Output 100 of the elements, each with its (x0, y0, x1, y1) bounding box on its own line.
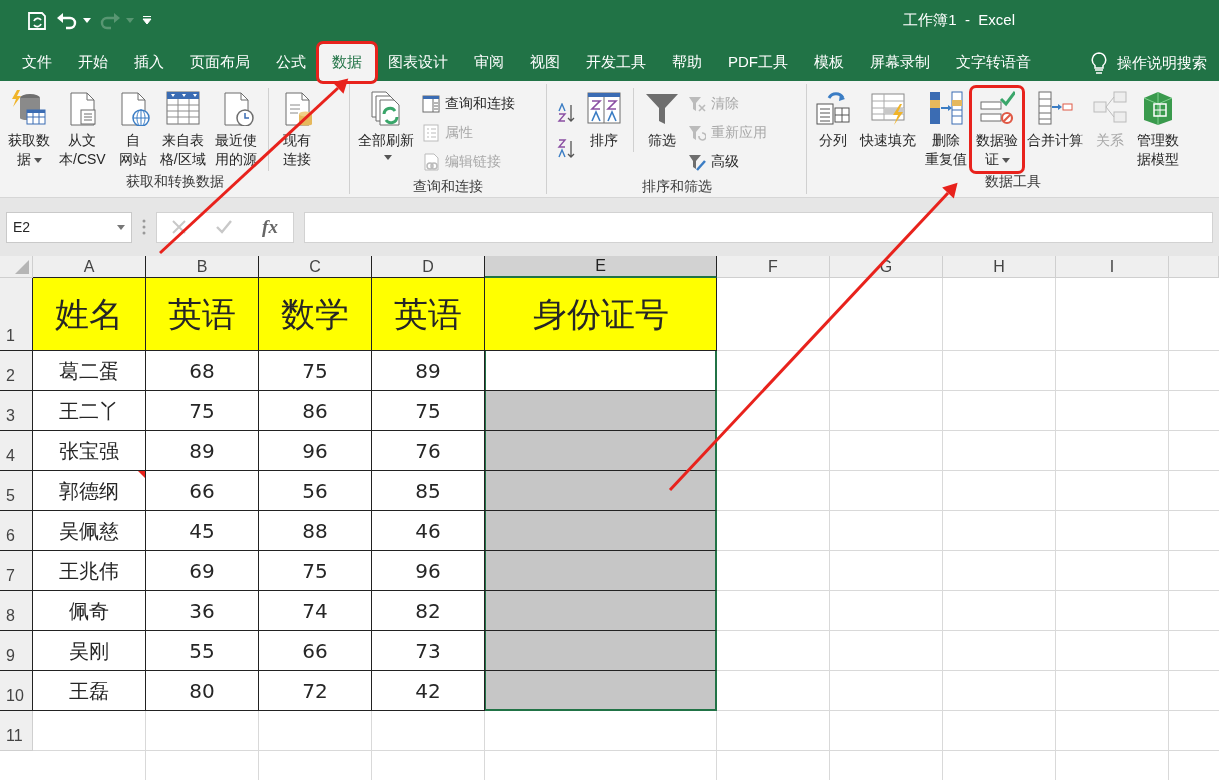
table-cell[interactable] (485, 511, 717, 551)
table-cell: 王兆伟 (33, 551, 146, 591)
column-header[interactable]: I (1056, 256, 1169, 278)
ribbon-tab[interactable]: 插入 (121, 44, 177, 81)
table-cell: 86 (259, 391, 372, 431)
table-cell[interactable] (485, 551, 717, 591)
ribbon-button[interactable]: 高级 (685, 147, 770, 176)
lightbulb-icon (1091, 52, 1107, 75)
table-cell: 80 (146, 671, 259, 711)
caret-icon (1001, 157, 1010, 163)
group-label: 数据工具 (984, 172, 1042, 191)
column-header[interactable]: C (259, 256, 372, 278)
column-header[interactable]: A (33, 256, 146, 278)
database-icon (11, 90, 47, 126)
name-box[interactable]: E2 (6, 211, 132, 243)
table-cell[interactable] (485, 471, 717, 511)
column-heading: 英语 (146, 278, 259, 351)
table-cell: 75 (259, 351, 372, 391)
ribbon-button[interactable]: 排序 (582, 88, 626, 152)
ribbon-button[interactable]: 查询和连接 (419, 89, 518, 118)
column-heading: 身份证号 (485, 278, 717, 351)
ribbon-tab[interactable]: 数据 (319, 44, 375, 81)
ribbon-button[interactable]: 快速填充 (856, 88, 920, 152)
row-header[interactable]: 3 (0, 391, 33, 431)
ribbon-button[interactable]: 全部刷新 (354, 88, 418, 164)
ribbon-tab[interactable]: 图表设计 (375, 44, 461, 81)
table-cell[interactable] (485, 631, 717, 671)
ribbon-button[interactable]: 合并计算 (1023, 88, 1087, 152)
table-cell: 72 (259, 671, 372, 711)
row-header[interactable]: 6 (0, 511, 33, 551)
ribbon-tab[interactable]: 屏幕录制 (857, 44, 943, 81)
row-header[interactable]: 5 (0, 471, 33, 511)
ribbon-button[interactable]: 管理数 据模型 (1133, 88, 1183, 171)
column-header[interactable]: H (943, 256, 1056, 278)
ribbon-button[interactable]: 数据验 证 (972, 88, 1022, 171)
ribbon-button[interactable]: 删除 重复值 (921, 88, 971, 171)
relationships-icon (1092, 90, 1128, 126)
tell-me-search[interactable]: 操作说明搜索 (1117, 52, 1207, 75)
table-cell: 88 (259, 511, 372, 551)
ribbon-button[interactable]: 最近使 用的源 (210, 88, 261, 171)
group-label: 排序和筛选 (640, 177, 713, 196)
table-cell: 36 (146, 591, 259, 631)
remove-duplicates-icon (928, 90, 964, 126)
ribbon-tab[interactable]: 审阅 (461, 44, 517, 81)
insert-function-button[interactable]: fx (262, 212, 278, 242)
table-cell: 68 (146, 351, 259, 391)
table-cell[interactable] (485, 671, 717, 711)
table-cell[interactable] (485, 591, 717, 631)
column-header[interactable]: D (372, 256, 485, 278)
ribbon-tab[interactable]: 开始 (65, 44, 121, 81)
ribbon-button[interactable]: 自 网站 (110, 88, 155, 171)
clear-filter-icon (688, 94, 706, 113)
column-header[interactable]: F (717, 256, 830, 278)
advanced-filter-icon (688, 152, 706, 171)
consolidate-icon (1037, 90, 1073, 126)
ribbon-tab[interactable]: 文件 (9, 44, 65, 81)
ribbon-tab[interactable]: 文字转语音 (943, 44, 1044, 81)
ribbon-tab[interactable]: 帮助 (659, 44, 715, 81)
row-header[interactable]: 11 (0, 711, 33, 751)
ribbon-tab[interactable]: 开发工具 (573, 44, 659, 81)
row-header[interactable]: 10 (0, 671, 33, 711)
formula-input[interactable] (304, 211, 1213, 243)
ribbon-tab[interactable]: 页面布局 (177, 44, 263, 81)
table-cell: 75 (259, 551, 372, 591)
table-cell: 96 (259, 431, 372, 471)
row-header[interactable]: 7 (0, 551, 33, 591)
group-label: 查询和连接 (412, 177, 484, 196)
row-header[interactable]: 9 (0, 631, 33, 671)
row-header[interactable]: 8 (0, 591, 33, 631)
query-pane-icon (422, 94, 440, 113)
group-label: 获取和转换数据 (124, 172, 225, 191)
table-cell[interactable] (485, 391, 717, 431)
table-cell: 吴佩慈 (33, 511, 146, 551)
row-header[interactable]: 4 (0, 431, 33, 471)
table-cell: 69 (146, 551, 259, 591)
row-header[interactable]: 2 (0, 351, 33, 391)
table-cell: 74 (259, 591, 372, 631)
ribbon-button[interactable]: 来自表 格/区域 (155, 88, 210, 171)
reapply-filter-icon (688, 123, 706, 142)
ribbon-button[interactable]: 筛选 (633, 88, 684, 152)
ribbon-button[interactable]: 从文 本/CSV (55, 88, 110, 171)
column-header[interactable]: E (485, 256, 717, 278)
table-cell: 56 (259, 471, 372, 511)
table-cell: 吴刚 (33, 631, 146, 671)
customize-icon (142, 15, 152, 25)
table-cell[interactable] (485, 431, 717, 471)
caret-icon (83, 17, 91, 23)
table-cell: 75 (146, 391, 259, 431)
grip-icon (142, 218, 146, 236)
ribbon-button[interactable]: 获取数 据 (4, 88, 54, 171)
ribbon-tab[interactable]: 视图 (517, 44, 573, 81)
ribbon-button[interactable]: 分列 (811, 88, 855, 152)
column-header[interactable]: B (146, 256, 259, 278)
ribbon-tab[interactable]: 公式 (263, 44, 319, 81)
check-icon (216, 220, 233, 234)
row-header[interactable]: 1 (0, 278, 33, 351)
ribbon-tab[interactable]: 模板 (801, 44, 857, 81)
ribbon-tab[interactable]: PDF工具 (715, 44, 801, 81)
sort-icon (586, 90, 622, 126)
undo-icon (56, 10, 78, 30)
